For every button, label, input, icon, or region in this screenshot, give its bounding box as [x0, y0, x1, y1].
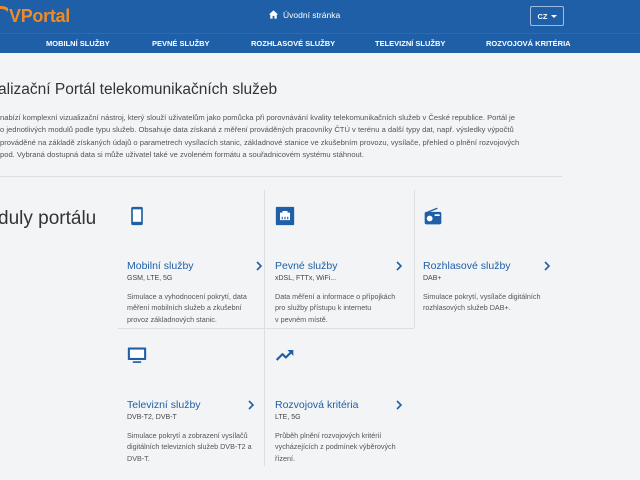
module-title: Televizní služby — [127, 399, 201, 411]
logo-text: Portal — [20, 5, 71, 26]
grid-divider — [118, 328, 414, 329]
description-line: pro služby přístupu k internetu — [275, 303, 372, 313]
smartphone-icon — [131, 206, 143, 226]
module-description: Simulace pokrytí a zobrazení vysílačů di… — [127, 430, 262, 464]
chevron-right-icon — [248, 400, 255, 410]
chevron-right-icon — [396, 400, 403, 410]
nav-item-fixed-services[interactable]: PEVNÉ SLUŽBY — [152, 39, 210, 48]
description-line: Průběh plnění rozvojových kritérií — [275, 431, 382, 440]
modules-heading: duly portálu — [0, 208, 97, 229]
chevron-right-icon — [544, 261, 551, 271]
grid-divider — [414, 190, 415, 328]
vportal-logo[interactable]: VPortal — [0, 4, 70, 28]
caret-down-icon — [550, 14, 557, 18]
description-line: měření mobilních služeb a zkušební — [127, 303, 242, 313]
description-line: digitálních televizních služeb DVB-T2 a — [127, 442, 252, 452]
intro-line: o jednotlivých modulů podle typu služeb.… — [0, 125, 514, 135]
module-title: Rozhlasové služby — [423, 260, 511, 272]
language-label: CZ — [537, 11, 548, 21]
intro-line: nabízí komplexní vizualizační nástroj, k… — [0, 113, 515, 122]
module-card-development-criteria[interactable]: Rozvojová kritéria LTE, 5G Průběh plnění… — [275, 345, 410, 463]
logo-mark-icon — [0, 6, 8, 26]
description-line: Simulace pokrytí, vysílače digitálních — [423, 292, 541, 301]
logo-v: V — [9, 5, 21, 26]
home-link[interactable]: Úvodní stránka — [268, 9, 340, 20]
module-subtitle: xDSL, FTTx, WiFi... — [275, 275, 337, 282]
module-card-tv[interactable]: Televizní služby DVB-T2, DVB-T Simulace … — [127, 345, 262, 463]
intro-line: prováděné na základě získaných údajů o p… — [0, 137, 520, 147]
chevron-right-icon — [256, 261, 263, 271]
module-subtitle: DVB-T2, DVB-T — [127, 414, 177, 421]
page-title: alizační Portál telekomunikačních služeb — [0, 81, 278, 98]
description-line: v pevném místě. — [275, 314, 328, 324]
section-divider — [0, 176, 562, 177]
module-description: Simulace pokrytí, vysílače digitálních r… — [423, 291, 558, 314]
intro-line: pod. Vybraná dostupná data si může uživa… — [0, 150, 364, 160]
module-title: Pevné služby — [275, 260, 338, 272]
module-title: Rozvojová kritéria — [275, 399, 359, 411]
description-line: rozhlasových služeb DAB+. — [423, 303, 511, 313]
network-port-icon — [275, 206, 295, 226]
module-description: Průběh plnění rozvojových kritérií vychá… — [275, 430, 410, 464]
description-line: DVB-T. — [127, 453, 150, 463]
description-line: Data měření a informace o přípojkách — [275, 292, 396, 301]
description-line: Simulace a vyhodnocení pokrytí, data — [127, 292, 247, 301]
main-nav: MOBILNÍ SLUŽBY PEVNÉ SLUŽBY ROZHLASOVÉ S… — [0, 33, 640, 53]
module-title: Mobilní služby — [127, 260, 194, 272]
module-card-fixed[interactable]: Pevné služby xDSL, FTTx, WiFi... Data mě… — [275, 206, 410, 324]
nav-item-development-criteria[interactable]: ROZVOJOVÁ KRITÉRIA — [486, 39, 571, 48]
nav-item-radio-services[interactable]: ROZHLASOVÉ SLUŽBY — [251, 39, 335, 48]
description-line: provoz základnových stanic. — [127, 314, 217, 324]
trending-up-icon — [275, 350, 294, 361]
module-subtitle: GSM, LTE, 5G — [127, 275, 173, 282]
module-subtitle: DAB+ — [423, 275, 442, 282]
module-card-mobile[interactable]: Mobilní služby GSM, LTE, 5G Simulace a v… — [127, 206, 263, 324]
home-icon — [268, 10, 279, 19]
description-line: vycházejících z podmínek výběrových — [275, 442, 396, 452]
description-line: řízení. — [275, 453, 295, 463]
language-dropdown[interactable]: CZ — [530, 6, 564, 26]
module-description: Data měření a informace o přípojkách pro… — [275, 291, 410, 325]
home-link-label: Úvodní stránka — [283, 9, 341, 20]
chevron-right-icon — [396, 261, 403, 271]
nav-item-mobile-services[interactable]: MOBILNÍ SLUŽBY — [46, 39, 110, 48]
radio-icon — [424, 207, 442, 225]
module-subtitle: LTE, 5G — [275, 414, 301, 421]
intro-text: nabízí komplexní vizualizační nástroj, k… — [0, 112, 560, 162]
description-line: Simulace pokrytí a zobrazení vysílačů — [127, 431, 248, 440]
module-description: Simulace a vyhodnocení pokrytí, data měř… — [127, 291, 262, 325]
module-card-radio[interactable]: Rozhlasové služby DAB+ Simulace pokrytí,… — [423, 206, 558, 321]
tv-icon — [127, 347, 147, 363]
nav-item-tv-services[interactable]: TELEVIZNÍ SLUŽBY — [375, 39, 445, 48]
top-bar: VPortal Úvodní stránka CZ — [0, 0, 640, 33]
